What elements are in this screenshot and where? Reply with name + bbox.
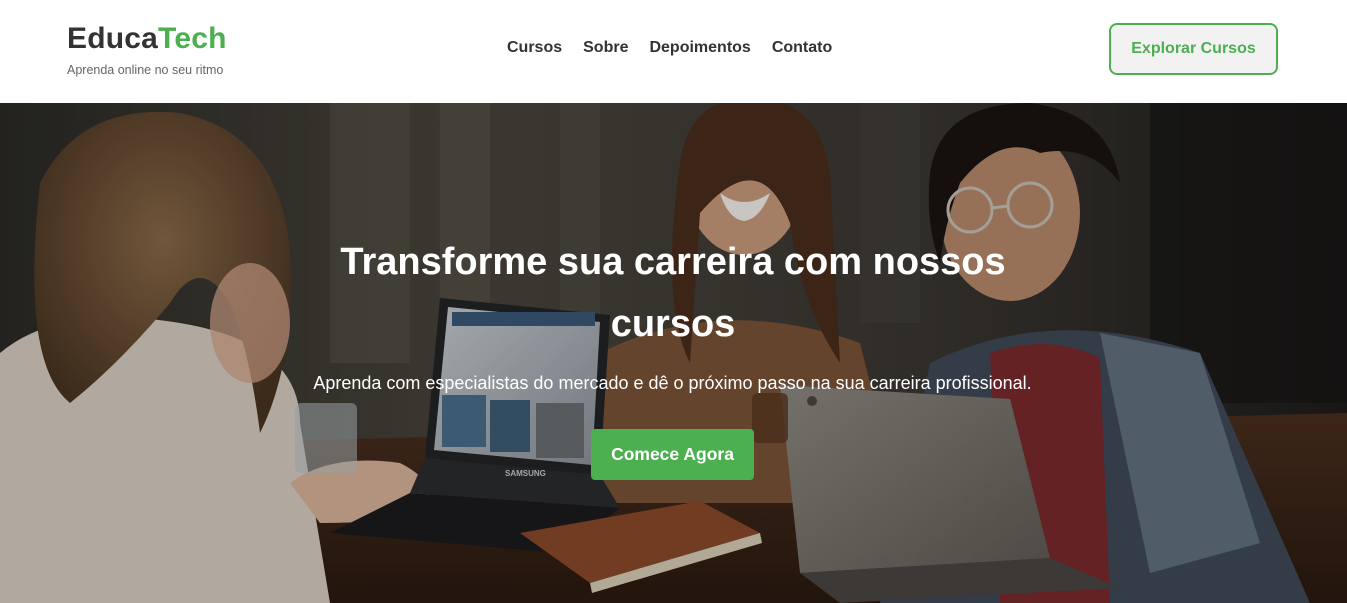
get-started-button[interactable]: Comece Agora	[591, 429, 754, 480]
hero-section: SAMSUNG Transforme sua carreira com noss…	[0, 103, 1347, 603]
brand-name-primary: Educa	[67, 22, 159, 55]
nav-link-contato[interactable]: Contato	[772, 38, 832, 58]
brand-name-accent: Tech	[158, 22, 227, 55]
site-header: EducaTech Aprenda online no seu ritmo Cu…	[0, 0, 1347, 103]
brand-tagline: Aprenda online no seu ritmo	[67, 63, 224, 77]
nav-link-depoimentos[interactable]: Depoimentos	[649, 38, 750, 58]
nav-link-sobre[interactable]: Sobre	[583, 38, 628, 58]
hero-subtitle: Aprenda com especialistas do mercado e d…	[313, 373, 1032, 393]
hero-title: Transforme sua carreira com nossos curso…	[340, 241, 1006, 345]
brand[interactable]: EducaTech Aprenda online no seu ritmo	[67, 22, 227, 77]
brand-logo[interactable]: EducaTech	[67, 22, 227, 56]
explore-courses-button[interactable]: Explorar Cursos	[1109, 23, 1278, 75]
main-nav: Cursos Sobre Depoimentos Contato	[507, 38, 832, 58]
nav-link-cursos[interactable]: Cursos	[507, 38, 562, 58]
